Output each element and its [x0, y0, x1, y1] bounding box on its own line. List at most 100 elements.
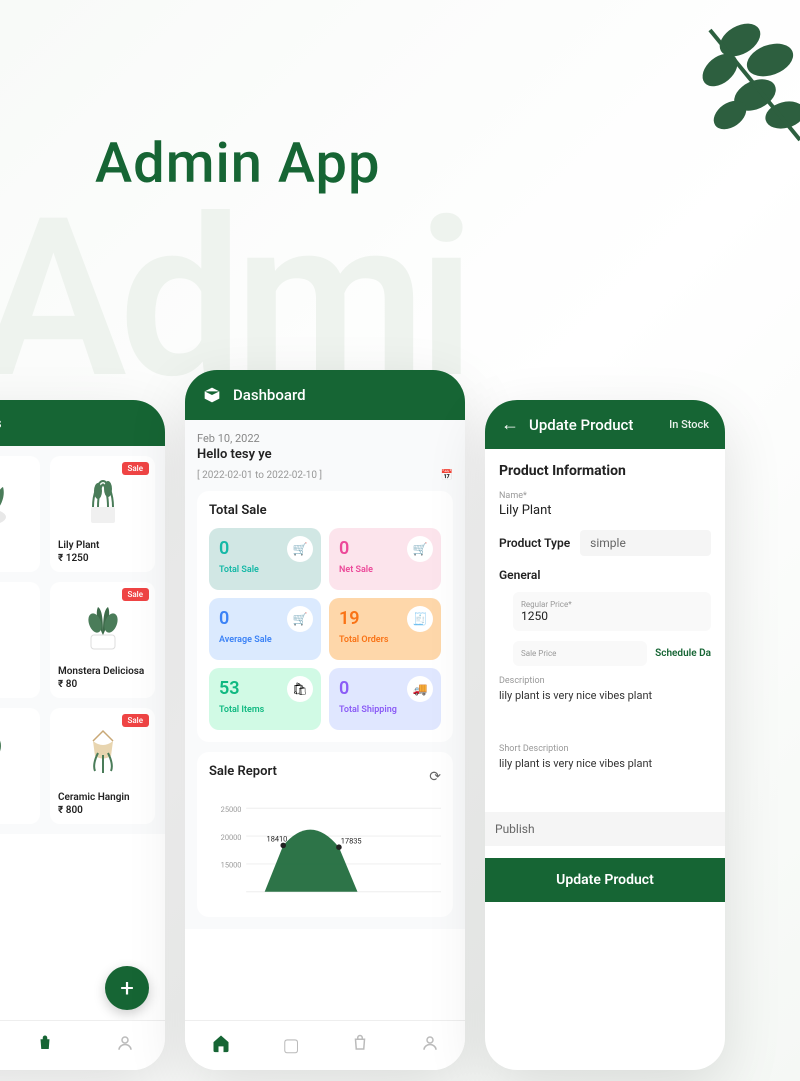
- product-price: ₹ 1250: [58, 553, 147, 564]
- sale-report-title: Sale Report: [209, 764, 277, 779]
- products-header: Products: [0, 400, 165, 446]
- back-icon[interactable]: ←: [501, 414, 519, 435]
- sale-badge: Sale: [122, 714, 149, 727]
- truck-icon: 🚚: [407, 676, 433, 702]
- product-name: Ceramic Hangin: [58, 792, 147, 803]
- schedule-link[interactable]: Schedule Da: [655, 648, 711, 659]
- dashboard-title: Dashboard: [233, 386, 306, 404]
- desc-value: lily plant is very nice vibes plant: [499, 689, 711, 702]
- bag-icon: 🛍: [287, 676, 313, 702]
- update-title: Update Product: [529, 416, 633, 434]
- product-name: warf: [0, 540, 32, 551]
- stat-label: Total Orders: [339, 635, 431, 645]
- date-range: [ 2022-02-01 to 2022-02-10 ]: [197, 470, 322, 481]
- sale-price-field[interactable]: Sale Price: [513, 641, 647, 666]
- refresh-icon[interactable]: ⟳: [429, 769, 441, 785]
- date-range-row: [ 2022-02-01 to 2022-02-10 ] 📅: [197, 470, 453, 481]
- desc-label: Description: [499, 676, 711, 686]
- svg-text:20000: 20000: [221, 833, 242, 842]
- reg-price-value: 1250: [521, 609, 703, 623]
- calendar-icon[interactable]: 📅: [441, 470, 453, 481]
- nav-home-icon[interactable]: [211, 1033, 231, 1058]
- product-price: ₹ 800: [58, 805, 147, 816]
- sale-badge: Sale: [122, 462, 149, 475]
- svg-text:17835: 17835: [341, 837, 362, 846]
- products-grid: warf Sale Lily Plant ₹ 1250 planter n st…: [0, 446, 165, 834]
- stat-total-items[interactable]: 53Total Items🛍: [209, 668, 321, 730]
- dashboard-header: Dashboard: [185, 370, 465, 420]
- stat-total-shipping[interactable]: 0Total Shipping🚚: [329, 668, 441, 730]
- product-name: Monstera Deliciosa: [58, 666, 147, 677]
- product-card[interactable]: planter n stand: [0, 582, 40, 698]
- update-product-screen: ← Update Product In Stock Product Inform…: [485, 400, 725, 1070]
- stats-grid: 0Total Sale🛒 0Net Sale🛒 0Average Sale🛒 1…: [209, 528, 441, 730]
- type-field[interactable]: Product Type simple: [499, 530, 711, 556]
- name-label: Name*: [499, 491, 711, 501]
- product-name: planter n stand: [0, 666, 32, 688]
- svg-text:25000: 25000: [221, 805, 242, 814]
- reg-price-label: Regular Price*: [521, 600, 703, 609]
- stock-status: In Stock: [669, 418, 709, 431]
- cart-icon: 🛒: [407, 536, 433, 562]
- product-price: ₹ 80: [58, 679, 147, 690]
- publish-row[interactable]: Publish: [485, 812, 725, 846]
- product-card[interactable]: Sale Ceramic Hangin ₹ 800: [50, 708, 155, 824]
- update-product-button[interactable]: Update Product: [485, 858, 725, 902]
- nav-user-icon[interactable]: [421, 1034, 439, 1057]
- sale-chart: 25000 20000 15000 18410 17835: [209, 795, 441, 905]
- product-form: Product Information Name* Lily Plant Pro…: [485, 449, 725, 902]
- nav-bag-icon[interactable]: [351, 1034, 369, 1057]
- add-product-button[interactable]: +: [105, 966, 149, 1010]
- description-field[interactable]: Description lily plant is very nice vibe…: [499, 676, 711, 702]
- plant-icon: [0, 464, 32, 534]
- sale-badge: Sale: [122, 588, 149, 601]
- cart-icon: 🛒: [287, 536, 313, 562]
- products-screen: Products warf Sale Lily Plant ₹ 1250 pla…: [0, 400, 165, 1070]
- plant-icon: [0, 590, 32, 660]
- bottom-nav: ▢: [185, 1020, 465, 1070]
- stat-label: Total Sale: [219, 565, 311, 575]
- stat-label: Net Sale: [339, 565, 431, 575]
- leaf-decoration: [620, 0, 800, 180]
- nav-bag-icon[interactable]: [36, 1034, 54, 1057]
- product-name: NT Live T –: [0, 792, 32, 814]
- product-card[interactable]: Sale Monstera Deliciosa ₹ 80: [50, 582, 155, 698]
- nav-user-icon[interactable]: [116, 1034, 134, 1057]
- regular-price-field[interactable]: Regular Price* 1250: [513, 592, 711, 631]
- stat-net-sale[interactable]: 0Net Sale🛒: [329, 528, 441, 590]
- name-value: Lily Plant: [499, 503, 711, 518]
- stat-label: Total Shipping: [339, 705, 431, 715]
- stat-label: Average Sale: [219, 635, 311, 645]
- stat-average-sale[interactable]: 0Average Sale🛒: [209, 598, 321, 660]
- sale-price-label: Sale Price: [521, 649, 639, 658]
- product-card[interactable]: Sale Lily Plant ₹ 1250: [50, 456, 155, 572]
- products-title: Products: [0, 414, 2, 432]
- product-name: Lily Plant: [58, 540, 147, 551]
- product-card[interactable]: NT Live T –: [0, 708, 40, 824]
- plant-icon: [0, 716, 32, 786]
- type-label: Product Type: [499, 536, 570, 550]
- short-description-field[interactable]: Short Description lily plant is very nic…: [499, 744, 711, 770]
- stat-total-sale[interactable]: 0Total Sale🛒: [209, 528, 321, 590]
- short-desc-label: Short Description: [499, 744, 711, 754]
- svg-text:18410: 18410: [267, 835, 288, 844]
- type-value: simple: [580, 530, 711, 556]
- receipt-icon: 🧾: [407, 606, 433, 632]
- svg-text:15000: 15000: [221, 861, 242, 870]
- short-desc-value: lily plant is very nice vibes plant: [499, 757, 711, 770]
- product-card[interactable]: warf: [0, 456, 40, 572]
- stat-total-orders[interactable]: 19Total Orders🧾: [329, 598, 441, 660]
- cart-icon: 🛒: [287, 606, 313, 632]
- name-field[interactable]: Name* Lily Plant: [499, 491, 711, 518]
- update-header: ← Update Product In Stock: [485, 400, 725, 449]
- nav-card-icon[interactable]: ▢: [283, 1035, 300, 1056]
- total-sale-card: Total Sale 0Total Sale🛒 0Net Sale🛒 0Aver…: [197, 491, 453, 742]
- logo-icon: [201, 384, 223, 406]
- stat-label: Total Items: [219, 705, 311, 715]
- total-sale-title: Total Sale: [209, 503, 441, 518]
- sale-report-card: Sale Report ⟳ 25000 20000 15000 18410 178…: [197, 752, 453, 917]
- general-title: General: [499, 568, 711, 582]
- current-date: Feb 10, 2022: [197, 432, 453, 445]
- greeting: Hello tesy ye: [197, 447, 453, 462]
- dashboard-screen: Dashboard Feb 10, 2022 Hello tesy ye [ 2…: [185, 370, 465, 1070]
